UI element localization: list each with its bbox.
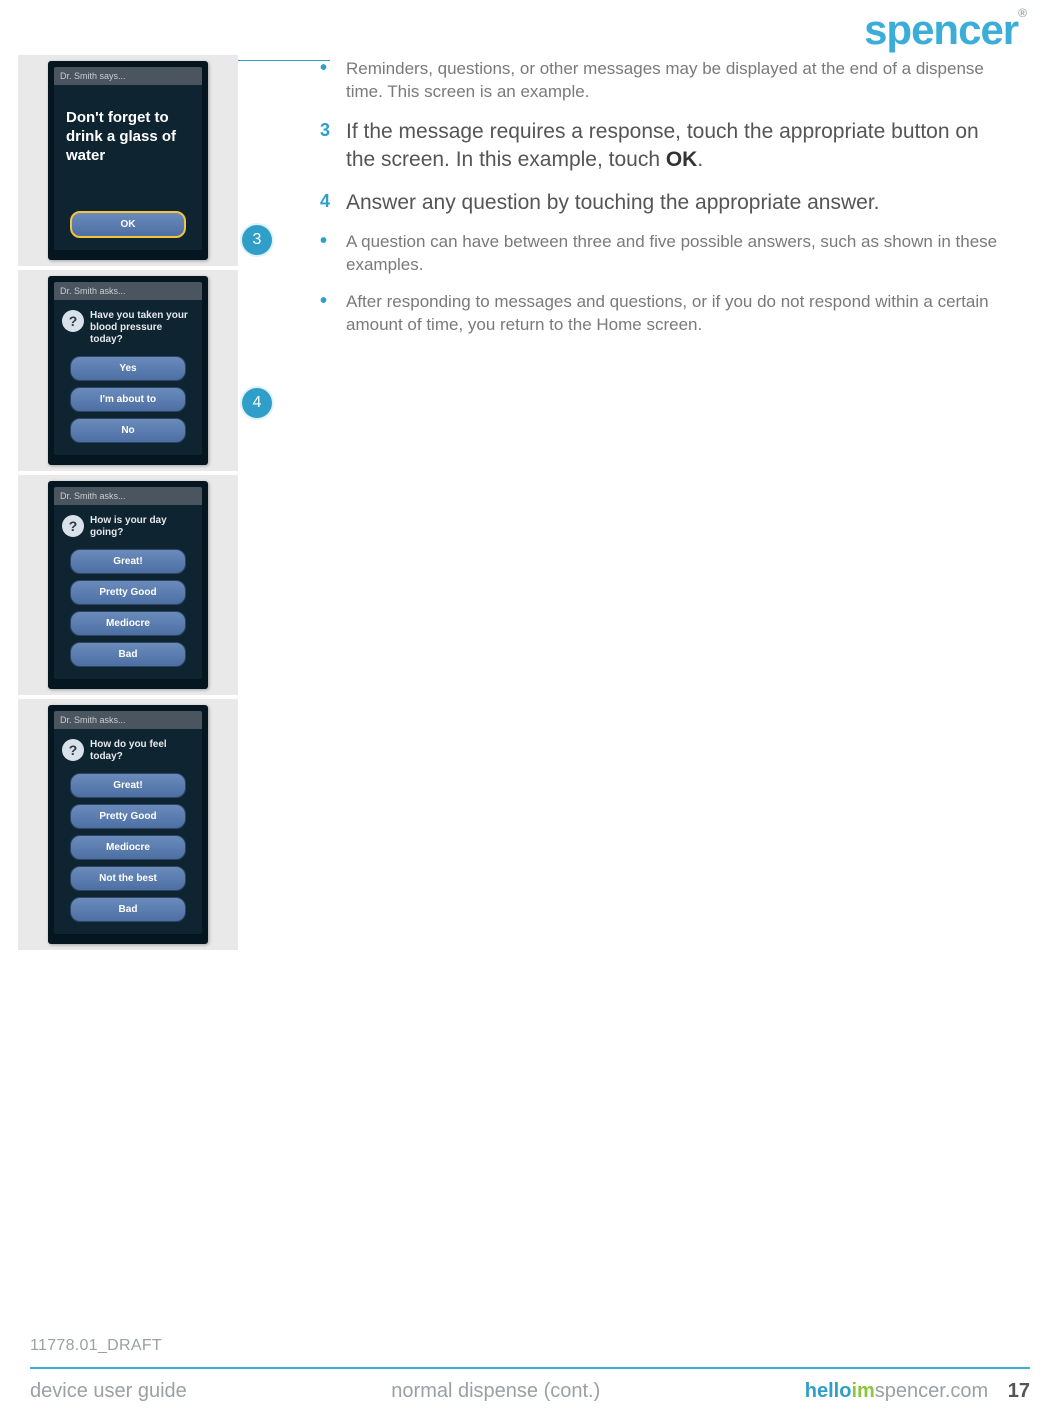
screenshot-column: Dr. Smith says... Don't forget to drink …: [18, 55, 238, 954]
step-number: 4: [320, 189, 346, 217]
callout-number: 3: [253, 231, 262, 249]
answer-button[interactable]: Mediocre: [70, 611, 186, 636]
answer-button[interactable]: Bad: [70, 897, 186, 922]
question-mark-icon: ?: [62, 739, 84, 761]
page-footer: device user guide normal dispense (cont.…: [30, 1380, 1030, 1403]
device-header: Dr. Smith asks...: [54, 282, 202, 300]
question-text: Have you taken your blood pressure today…: [90, 310, 194, 346]
answer-button[interactable]: Pretty Good: [70, 804, 186, 829]
brand-logo: spencer®: [864, 6, 1026, 54]
draft-stamp: 11778.01_DRAFT: [30, 1337, 162, 1355]
instruction-text: • Reminders, questions, or other message…: [320, 58, 1010, 351]
answer-button[interactable]: Great!: [70, 773, 186, 798]
bullet-text: A question can have between three and fi…: [346, 231, 1010, 277]
question-row: ? How do you feel today?: [62, 739, 194, 763]
answer-button[interactable]: Mediocre: [70, 835, 186, 860]
screenshot-4: Dr. Smith asks... ? How do you feel toda…: [18, 699, 238, 950]
device-header: Dr. Smith asks...: [54, 487, 202, 505]
brand-registered: ®: [1018, 6, 1026, 20]
step-number: 3: [320, 118, 346, 175]
device-body: ? How is your day going? Great! Pretty G…: [54, 505, 202, 679]
answer-button[interactable]: Pretty Good: [70, 580, 186, 605]
step-bold: OK: [666, 148, 698, 171]
answer-button[interactable]: I'm about to: [70, 387, 186, 412]
question-row: ? Have you taken your blood pressure tod…: [62, 310, 194, 346]
device-mock: Dr. Smith asks... ? How is your day goin…: [48, 481, 208, 689]
callout-4: 4: [242, 388, 272, 418]
bullet-text: Reminders, questions, or other messages …: [346, 58, 1010, 104]
callout-number: 4: [253, 394, 262, 412]
url-part-im: im: [851, 1380, 874, 1402]
ok-button[interactable]: OK: [70, 211, 186, 238]
bullet-item: • Reminders, questions, or other message…: [320, 58, 1010, 104]
brand-text: spencer: [864, 6, 1018, 53]
device-body: Don't forget to drink a glass of water O…: [54, 85, 202, 250]
step-text-a: If the message requires a response, touc…: [346, 120, 979, 171]
url-part-hello: hello: [805, 1380, 852, 1402]
callout-3: 3: [242, 225, 272, 255]
device-header: Dr. Smith asks...: [54, 711, 202, 729]
answer-button[interactable]: Yes: [70, 356, 186, 381]
answer-button[interactable]: Not the best: [70, 866, 186, 891]
question-mark-icon: ?: [62, 310, 84, 332]
answer-button[interactable]: No: [70, 418, 186, 443]
footer-left: device user guide: [30, 1380, 187, 1403]
step-text: If the message requires a response, touc…: [346, 118, 1010, 175]
footer-right: helloimspencer.com 17: [805, 1380, 1030, 1403]
bullet-marker: •: [320, 291, 346, 337]
device-mock: Dr. Smith says... Don't forget to drink …: [48, 61, 208, 260]
answer-button[interactable]: Bad: [70, 642, 186, 667]
question-mark-icon: ?: [62, 515, 84, 537]
step-text-c: .: [697, 148, 703, 171]
device-body: ? How do you feel today? Great! Pretty G…: [54, 729, 202, 934]
question-text: How is your day going?: [90, 515, 194, 539]
device-mock: Dr. Smith asks... ? Have you taken your …: [48, 276, 208, 465]
bullet-marker: •: [320, 231, 346, 277]
question-text: How do you feel today?: [90, 739, 194, 763]
footer-rule: [30, 1367, 1030, 1369]
answer-button[interactable]: Great!: [70, 549, 186, 574]
bullet-marker: •: [320, 58, 346, 104]
step-item: 3 If the message requires a response, to…: [320, 118, 1010, 175]
reminder-message: Don't forget to drink a glass of water: [62, 95, 194, 205]
bullet-item: • After responding to messages and quest…: [320, 291, 1010, 337]
screenshot-3: Dr. Smith asks... ? How is your day goin…: [18, 475, 238, 695]
footer-center: normal dispense (cont.): [391, 1380, 600, 1403]
step-text: Answer any question by touching the appr…: [346, 189, 1010, 217]
bullet-item: • A question can have between three and …: [320, 231, 1010, 277]
question-row: ? How is your day going?: [62, 515, 194, 539]
step-item: 4 Answer any question by touching the ap…: [320, 189, 1010, 217]
screenshot-2: Dr. Smith asks... ? Have you taken your …: [18, 270, 238, 471]
device-mock: Dr. Smith asks... ? How do you feel toda…: [48, 705, 208, 944]
page-number: 17: [1008, 1380, 1030, 1402]
device-body: ? Have you taken your blood pressure tod…: [54, 300, 202, 455]
bullet-text: After responding to messages and questio…: [346, 291, 1010, 337]
url-part-domain: spencer.com: [875, 1380, 988, 1402]
screenshot-1: Dr. Smith says... Don't forget to drink …: [18, 55, 238, 266]
device-header: Dr. Smith says...: [54, 67, 202, 85]
